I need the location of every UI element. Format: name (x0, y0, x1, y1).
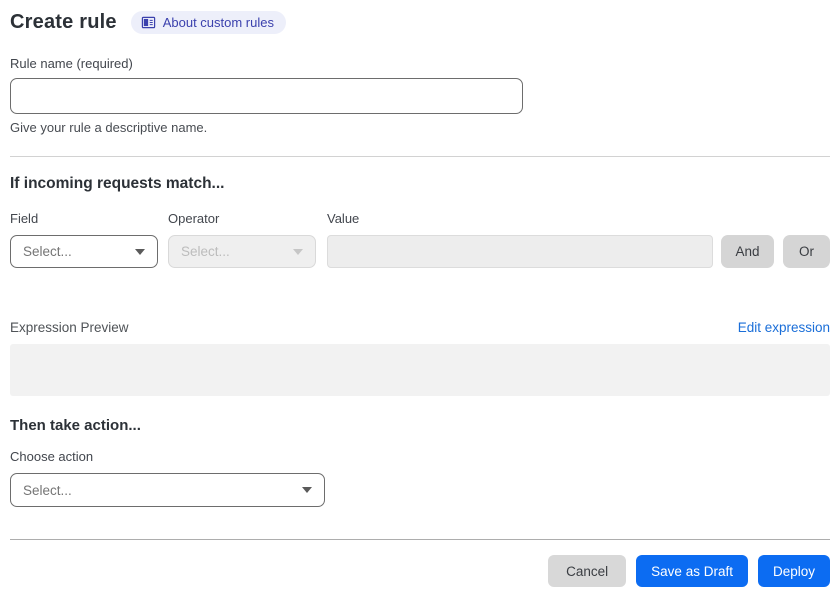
value-column: Value (327, 211, 713, 268)
chevron-down-icon (135, 248, 145, 255)
action-section-heading: Then take action... (10, 417, 141, 434)
operator-select-value: Select... (181, 244, 230, 259)
rule-name-input[interactable] (10, 78, 523, 114)
save-as-draft-button[interactable]: Save as Draft (636, 555, 748, 587)
value-label: Value (327, 211, 360, 226)
cancel-button[interactable]: Cancel (548, 555, 627, 587)
expression-preview-box (10, 344, 830, 396)
operator-column: Operator Select... (168, 211, 316, 268)
operator-select[interactable]: Select... (168, 235, 316, 268)
operator-label: Operator (168, 211, 220, 226)
choose-action-label: Choose action (10, 449, 94, 464)
field-select-value: Select... (23, 244, 72, 259)
field-column: Field Select... (10, 211, 158, 268)
deploy-button[interactable]: Deploy (757, 555, 830, 587)
match-section-heading: If incoming requests match... (10, 175, 225, 192)
chevron-down-icon (293, 248, 303, 255)
create-rule-page: Create rule About custom rules Rule name… (0, 0, 839, 587)
rule-name-label: Rule name (required) (10, 56, 133, 71)
edit-expression-link[interactable]: Edit expression (738, 320, 830, 335)
choose-action-select[interactable]: Select... (10, 473, 325, 507)
about-custom-rules-link[interactable]: About custom rules (130, 10, 286, 34)
expression-preview-label: Expression Preview (10, 320, 129, 335)
match-condition-row: Field Select... Operator Select... Value… (10, 211, 830, 268)
footer-actions: Cancel Save as Draft Deploy (10, 555, 830, 587)
expression-header-row: Expression Preview Edit expression (10, 320, 830, 335)
field-select[interactable]: Select... (10, 235, 158, 268)
book-icon (141, 15, 156, 30)
rule-name-help-text: Give your rule a descriptive name. (10, 120, 208, 135)
about-badge-label: About custom rules (162, 14, 274, 30)
footer-divider (10, 539, 830, 540)
page-header: Create rule About custom rules (10, 8, 830, 36)
and-button[interactable]: And (721, 235, 774, 268)
section-divider (10, 156, 830, 157)
chevron-down-icon (302, 487, 312, 493)
or-button[interactable]: Or (783, 235, 830, 268)
value-input[interactable] (327, 235, 713, 268)
choose-action-select-value: Select... (23, 482, 72, 498)
field-label: Field (10, 211, 39, 226)
page-title: Create rule (10, 10, 117, 33)
